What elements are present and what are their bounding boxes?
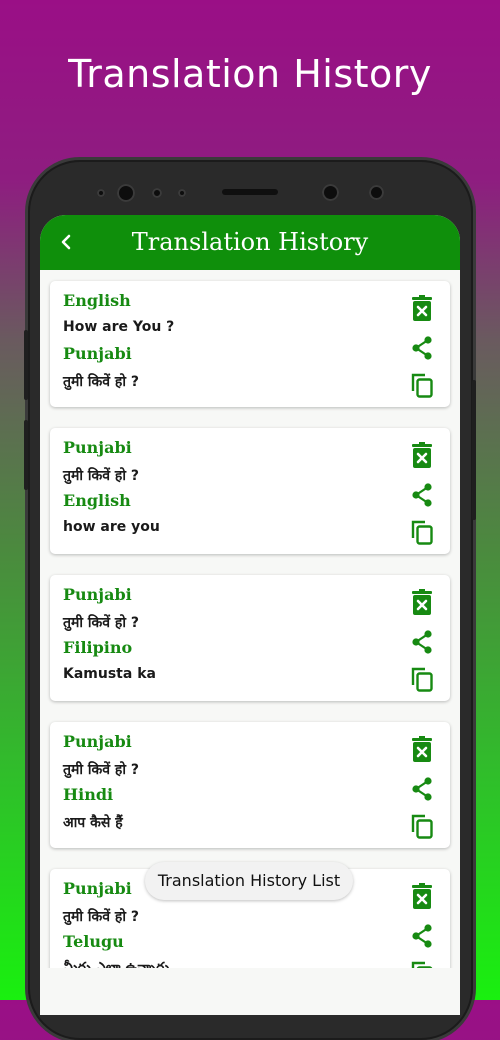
screen-bottom-edge	[40, 968, 460, 1000]
app-bar: Translation History	[40, 215, 460, 270]
earpiece-speaker	[222, 189, 278, 195]
history-card[interactable]: English How are You ? Punjabi तुमी किवें…	[50, 281, 450, 407]
target-text: Kamusta ka	[63, 666, 156, 682]
page-title: Translation History	[131, 228, 369, 256]
source-text: तुमी किवें हो ?	[63, 615, 139, 631]
source-language: Punjabi	[63, 732, 132, 751]
share-icon[interactable]	[409, 335, 435, 361]
copy-icon[interactable]	[409, 666, 435, 692]
phone-side-button	[472, 380, 476, 520]
source-language: Punjabi	[63, 879, 132, 898]
target-language: Telugu	[63, 932, 124, 951]
history-card[interactable]: Punjabi तुमी किवें हो ? Filipino Kamusta…	[50, 575, 450, 701]
source-text: तुमी किवें हो ?	[63, 468, 139, 484]
share-icon[interactable]	[409, 776, 435, 802]
phone-side-button	[24, 420, 28, 490]
history-card[interactable]: Punjabi तुमी किवें हो ? Hindi आप कैसे है…	[50, 722, 450, 848]
source-text: तुमी किवें हो ?	[63, 909, 139, 925]
delete-icon[interactable]	[409, 295, 435, 321]
promo-title: Translation History	[68, 52, 432, 96]
delete-icon[interactable]	[409, 883, 435, 909]
history-list[interactable]: English How are You ? Punjabi तुमी किवें…	[40, 270, 460, 1015]
source-language: Punjabi	[63, 438, 132, 457]
delete-icon[interactable]	[409, 442, 435, 468]
source-text: How are You ?	[63, 319, 175, 335]
sensor-dot	[369, 185, 384, 200]
delete-icon[interactable]	[409, 589, 435, 615]
source-text: तुमी किवें हो ?	[63, 762, 139, 778]
copy-icon[interactable]	[409, 813, 435, 839]
share-icon[interactable]	[409, 629, 435, 655]
toast-message: Translation History List	[145, 862, 353, 900]
share-icon[interactable]	[409, 923, 435, 949]
share-icon[interactable]	[409, 482, 435, 508]
source-language: English	[63, 291, 131, 310]
copy-icon[interactable]	[409, 372, 435, 398]
phone-side-button	[24, 330, 28, 400]
target-text: तुमी किवें हो ?	[63, 374, 139, 390]
target-language: Filipino	[63, 638, 133, 657]
front-camera	[117, 184, 135, 202]
sensor-dot	[152, 188, 162, 198]
target-language: Hindi	[63, 785, 114, 804]
target-text: आप कैसे हैं	[63, 815, 123, 831]
target-text: how are you	[63, 519, 160, 535]
sensor-dot	[178, 189, 186, 197]
history-card[interactable]: Punjabi तुमी किवें हो ? English how are …	[50, 428, 450, 554]
source-language: Punjabi	[63, 585, 132, 604]
target-language: Punjabi	[63, 344, 132, 363]
target-language: English	[63, 491, 131, 510]
delete-icon[interactable]	[409, 736, 435, 762]
sensor-dot	[97, 189, 105, 197]
copy-icon[interactable]	[409, 519, 435, 545]
sensor-dot	[322, 184, 339, 201]
